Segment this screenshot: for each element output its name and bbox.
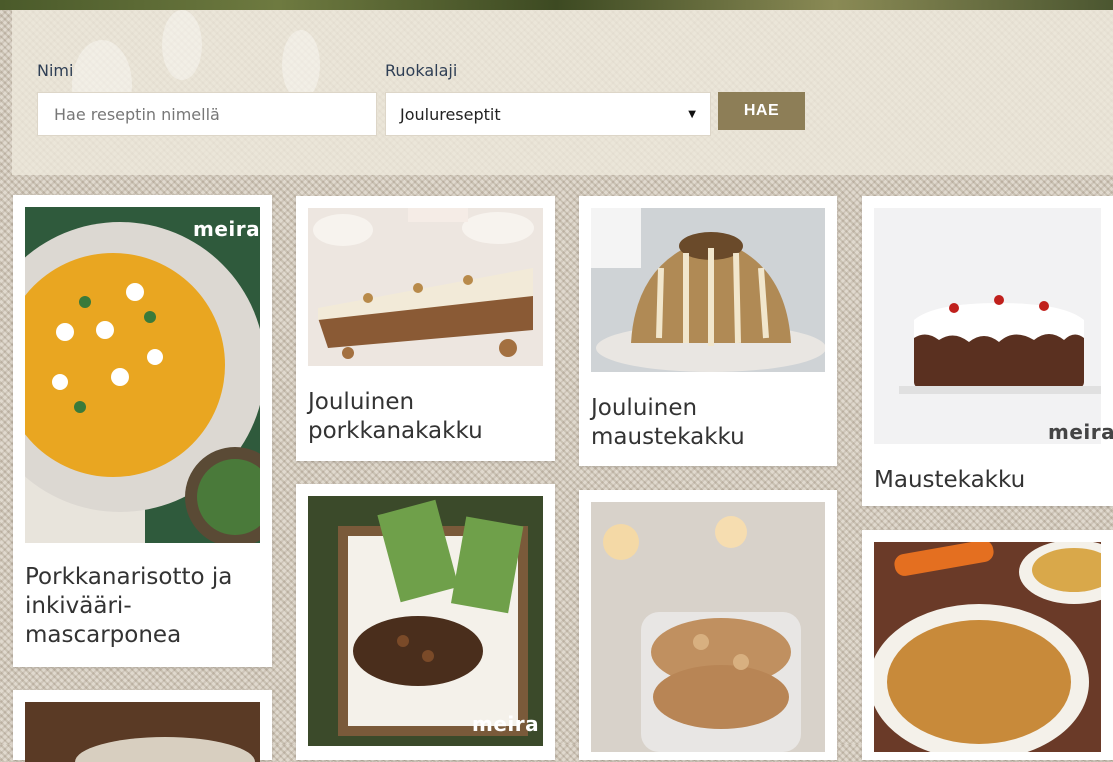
recipe-title[interactable]: Jouluinen maustekakku	[591, 394, 827, 452]
recipe-card-partial-right[interactable]	[862, 530, 1113, 760]
recipe-card-jouluinen-maustekakku[interactable]: Jouluinen maustekakku	[579, 196, 837, 466]
recipe-image-jouluinen-maustekakku	[591, 208, 825, 372]
meira-logo: meira	[193, 217, 261, 241]
recipe-title[interactable]: Porkkanarisotto ja inkivääri-mascarponea	[25, 563, 262, 650]
category-select[interactable]: Joulureseptit ▼	[385, 92, 711, 136]
decorative-leaf	[162, 10, 202, 80]
recipe-card-maustetut-mantelit[interactable]	[579, 490, 837, 760]
category-label: Ruokalaji	[385, 61, 458, 80]
meira-logo: meira	[1048, 420, 1113, 444]
recipe-card-pekaanit[interactable]: meira	[296, 484, 555, 760]
recipe-name-search-input[interactable]	[37, 92, 377, 136]
recipe-image-partial-right	[874, 542, 1101, 752]
recipe-image-pekaanit	[308, 496, 543, 746]
name-label: Nimi	[37, 61, 74, 80]
recipe-card-porkkanakakku[interactable]: Jouluinen porkkanakakku	[296, 196, 555, 461]
recipe-title[interactable]: Maustekakku	[874, 466, 1103, 495]
category-selected-value: Joulureseptit	[400, 104, 501, 124]
decorative-leaf	[282, 30, 320, 100]
recipe-card-partial[interactable]	[13, 690, 272, 762]
recipe-image-maustekakku	[874, 208, 1101, 444]
recipe-image-porkkanakakku	[308, 208, 543, 366]
recipe-title[interactable]: Jouluinen porkkanakakku	[308, 388, 545, 446]
search-submit-button[interactable]: HAE	[718, 92, 805, 130]
meira-logo: meira	[472, 712, 540, 736]
top-banner-strip	[0, 0, 1113, 10]
recipe-image-mantelit	[591, 502, 825, 752]
dropdown-arrow-icon: ▼	[688, 108, 696, 120]
recipe-image-risotto	[25, 207, 260, 543]
recipe-card-maustekakku[interactable]: meira Maustekakku	[862, 196, 1113, 506]
recipe-card-risotto[interactable]: meira Porkkanarisotto ja inkivääri-masca…	[13, 195, 272, 667]
recipe-image-partial	[25, 702, 260, 762]
